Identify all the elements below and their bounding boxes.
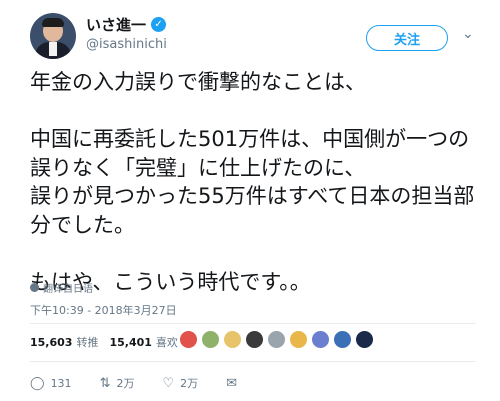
reply-button[interactable]: ◯ 131 (30, 376, 72, 391)
liker-avatar[interactable] (333, 330, 352, 349)
liker-avatars[interactable] (179, 330, 374, 349)
chevron-down-icon[interactable]: ⌄ (462, 26, 474, 42)
translate-link[interactable]: 翻译自日语 (30, 280, 93, 295)
reply-count: 131 (50, 376, 72, 390)
avatar-hair (42, 18, 64, 27)
liker-avatar[interactable] (311, 330, 330, 349)
author-name-row[interactable]: いさ進一 ✓ (86, 14, 167, 35)
retweet-stat-label: 转推 (76, 336, 99, 349)
verified-badge-icon: ✓ (151, 17, 167, 32)
liker-avatar[interactable] (223, 330, 242, 349)
liker-avatar[interactable] (201, 330, 220, 349)
envelope-icon: ✉ (226, 375, 238, 391)
avatar[interactable] (30, 13, 76, 59)
tweet-actions: ◯ 131 ⇅ 2万 ♡ 2万 ✉ (30, 375, 265, 391)
retweet-stat[interactable]: 15,603 转推 (30, 334, 98, 350)
retweet-button[interactable]: ⇅ 2万 (100, 375, 135, 391)
follow-button[interactable]: 关注 (366, 25, 448, 51)
liker-avatar[interactable] (179, 330, 198, 349)
like-button[interactable]: ♡ 2万 (162, 375, 198, 391)
translate-label: 翻译自日语 (43, 284, 93, 295)
avatar-shirt (49, 42, 57, 56)
liker-avatar[interactable] (267, 330, 286, 349)
like-stat[interactable]: 15,401 喜欢 (109, 334, 177, 350)
liker-avatar[interactable] (289, 330, 308, 349)
liker-avatar[interactable] (245, 330, 264, 349)
author-name[interactable]: いさ進一 (86, 14, 146, 35)
tweet-stats: 15,603 转推 15,401 喜欢 (30, 334, 189, 350)
direct-message-button[interactable]: ✉ (226, 376, 237, 391)
retweet-icon: ⇅ (99, 375, 111, 391)
divider (30, 323, 476, 324)
tweet-text: 年金の入力誤りで衝撃的なことは、 中国に再委託した501万件は、中国側が一つの誤… (30, 70, 475, 294)
retweet-count: 2万 (116, 377, 135, 390)
globe-icon (30, 283, 39, 292)
author-handle[interactable]: @isashinichi (86, 37, 167, 52)
like-count: 2万 (180, 377, 199, 390)
tweet-timestamp[interactable]: 下午10:39 - 2018年3月27日 (30, 302, 177, 318)
tweet-header: いさ進一 ✓ @isashinichi 关注 ⌄ (0, 0, 500, 70)
like-stat-count: 15,401 (109, 336, 152, 349)
heart-icon: ♡ (162, 375, 175, 391)
retweet-stat-count: 15,603 (30, 336, 73, 349)
like-stat-label: 喜欢 (155, 336, 178, 349)
reply-icon: ◯ (30, 375, 45, 391)
liker-avatar[interactable] (355, 330, 374, 349)
divider (30, 361, 476, 362)
